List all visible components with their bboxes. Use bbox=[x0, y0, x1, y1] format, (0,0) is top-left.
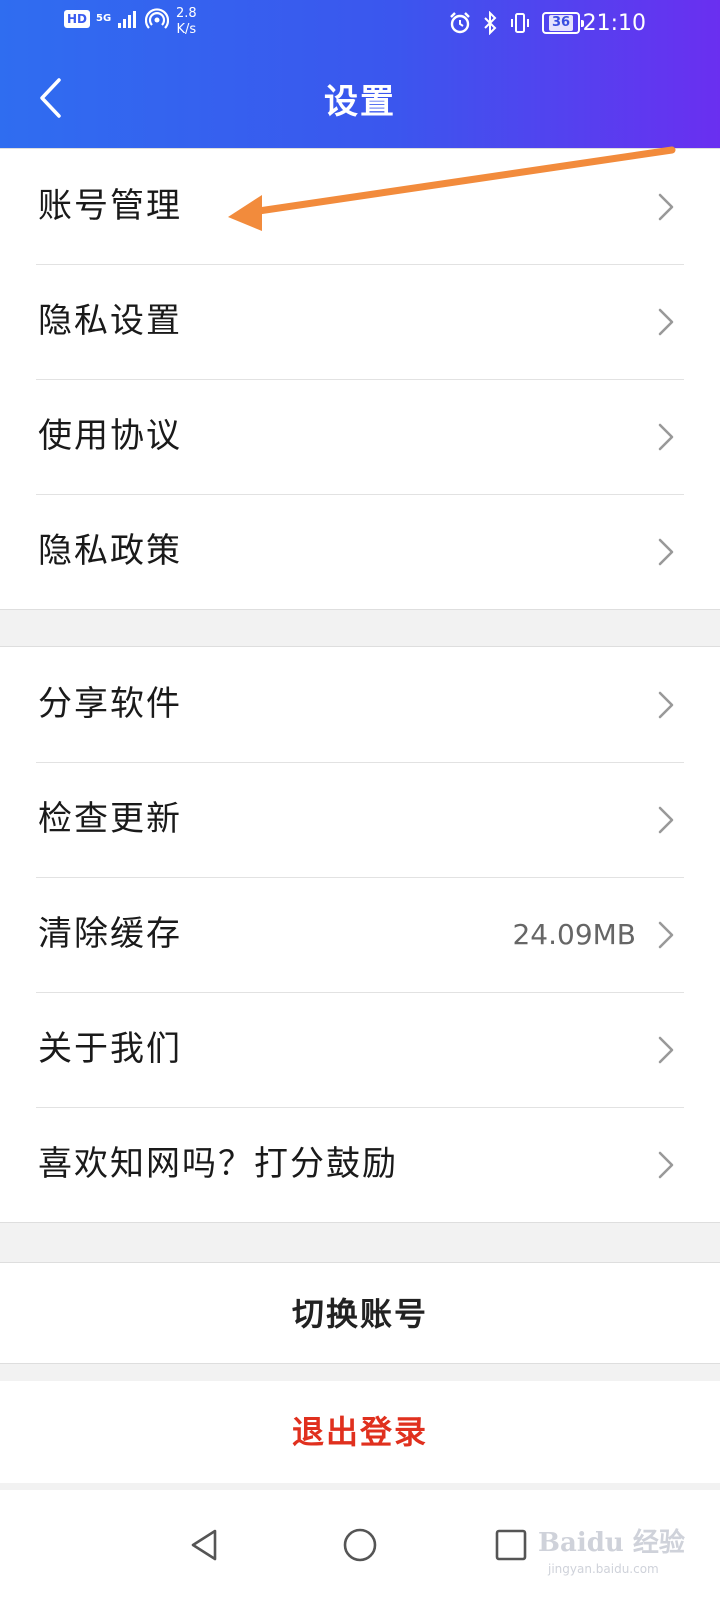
signal-icon bbox=[118, 11, 137, 28]
nav-home-circle-icon bbox=[343, 1528, 377, 1562]
setting-item-share-app[interactable]: 分享软件 bbox=[0, 647, 720, 762]
setting-item-label: 分享软件 bbox=[38, 684, 182, 724]
watermark-site: jingyan.baidu.com bbox=[548, 1562, 659, 1576]
nav-recents-button[interactable] bbox=[476, 1510, 546, 1580]
setting-item-label: 隐私政策 bbox=[38, 531, 182, 571]
nav-back-triangle-icon bbox=[191, 1529, 217, 1561]
chevron-right-icon bbox=[658, 538, 674, 566]
watermark: Baidu 经验 jingyan.baidu.com bbox=[538, 1522, 698, 1580]
setting-item-about-us[interactable]: 关于我们 bbox=[0, 992, 720, 1107]
chevron-right-icon bbox=[658, 193, 674, 221]
logout-button[interactable]: 退出登录 bbox=[0, 1381, 720, 1483]
setting-item-rate-app[interactable]: 喜欢知网吗？打分鼓励 bbox=[0, 1107, 720, 1222]
setting-item-terms-of-use[interactable]: 使用协议 bbox=[0, 379, 720, 494]
setting-item-privacy-policy[interactable]: 隐私政策 bbox=[0, 494, 720, 609]
chevron-right-icon bbox=[658, 921, 674, 949]
chevron-right-icon bbox=[658, 1036, 674, 1064]
app-header: HD 5G 2.8 K/s 36 21:10 设置 bbox=[0, 0, 720, 148]
page-title: 设置 bbox=[324, 82, 396, 122]
setting-item-clear-cache[interactable]: 清除缓存 24.09MB bbox=[0, 877, 720, 992]
network-type: 5G bbox=[96, 13, 112, 24]
battery-level: 36 bbox=[548, 15, 574, 31]
status-bar: HD 5G 2.8 K/s 36 21:10 bbox=[0, 0, 720, 48]
chevron-right-icon bbox=[658, 1151, 674, 1179]
watermark-brand: Baidu 经验 bbox=[538, 1528, 685, 1558]
setting-item-label: 喜欢知网吗？打分鼓励 bbox=[38, 1144, 398, 1184]
setting-item-check-update[interactable]: 检查更新 bbox=[0, 762, 720, 877]
nav-recents-square-icon bbox=[495, 1529, 527, 1561]
setting-item-label: 清除缓存 bbox=[38, 914, 182, 954]
setting-item-label: 使用协议 bbox=[38, 416, 182, 456]
setting-item-label: 检查更新 bbox=[38, 799, 182, 839]
speed-value: 2.8 bbox=[176, 6, 197, 21]
speed-unit: K/s bbox=[176, 22, 197, 37]
bluetooth-icon bbox=[484, 11, 497, 35]
setting-item-account-management[interactable]: 账号管理 bbox=[0, 149, 720, 264]
hotspot-icon bbox=[145, 8, 170, 29]
chevron-right-icon bbox=[658, 423, 674, 451]
hd-badge: HD bbox=[64, 10, 91, 28]
setting-item-label: 账号管理 bbox=[38, 186, 182, 226]
network-speed: 2.8 K/s bbox=[176, 6, 197, 38]
settings-group-account: 账号管理 隐私设置 使用协议 隐私政策 bbox=[0, 148, 720, 610]
chevron-right-icon bbox=[658, 806, 674, 834]
status-left: HD 5G bbox=[64, 8, 170, 30]
clock: 21:10 bbox=[582, 11, 646, 36]
cache-size: 24.09MB bbox=[512, 918, 636, 951]
switch-account-button[interactable]: 切换账号 bbox=[0, 1262, 720, 1364]
vibrate-icon bbox=[511, 13, 529, 33]
status-right: 36 bbox=[448, 11, 584, 35]
nav-home-button[interactable] bbox=[325, 1510, 395, 1580]
chevron-right-icon bbox=[658, 691, 674, 719]
setting-item-privacy-settings[interactable]: 隐私设置 bbox=[0, 264, 720, 379]
nav-back-button[interactable] bbox=[170, 1510, 240, 1580]
setting-item-label: 隐私设置 bbox=[38, 301, 182, 341]
settings-group-general: 分享软件 检查更新 清除缓存 24.09MB 关于我们 喜欢知网吗？打分鼓励 bbox=[0, 646, 720, 1223]
alarm-icon bbox=[450, 12, 470, 34]
battery-icon: 36 bbox=[542, 12, 584, 34]
chevron-right-icon bbox=[658, 308, 674, 336]
setting-item-label: 关于我们 bbox=[38, 1029, 182, 1069]
